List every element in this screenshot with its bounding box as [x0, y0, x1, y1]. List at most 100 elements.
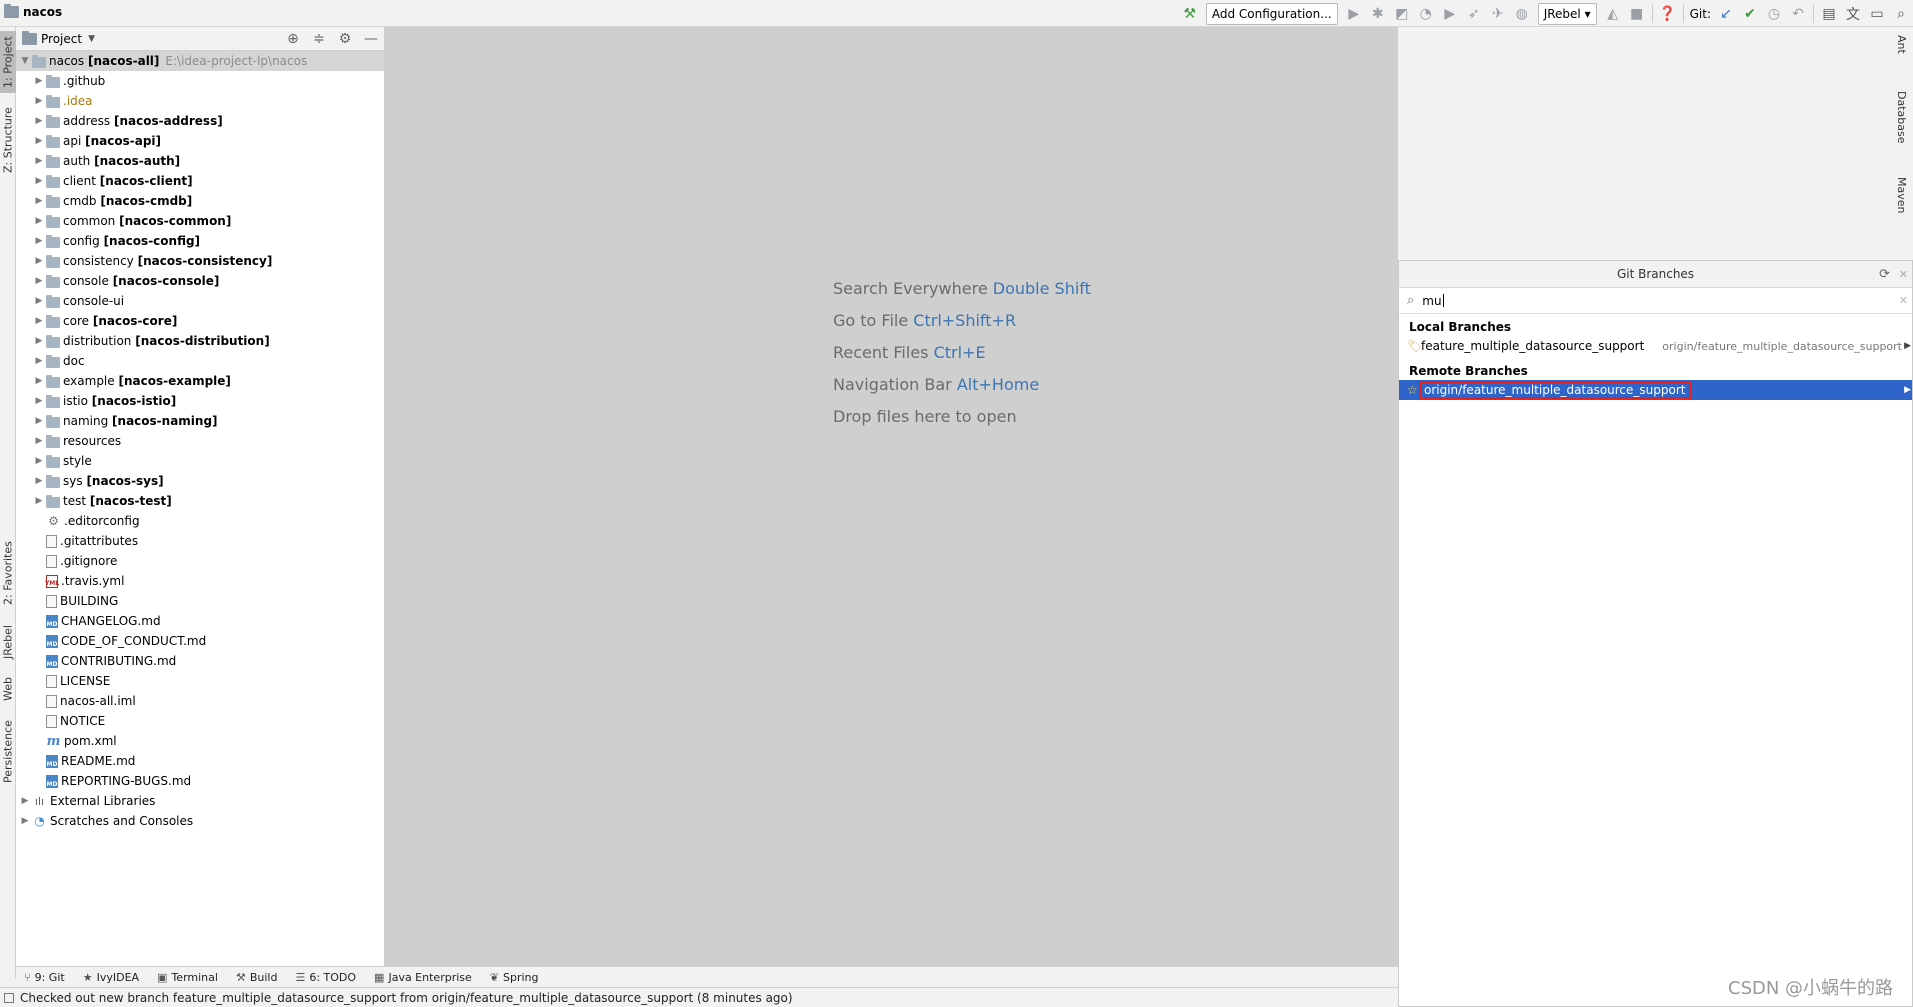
debug-icon[interactable]: ✱	[1366, 3, 1390, 25]
status-toggle-icon[interactable]	[4, 992, 14, 1003]
editor-empty-area[interactable]: Search Everywhere Double Shift Go to File…	[385, 27, 1398, 966]
tree-item[interactable]: ▶ consistency [nacos-consistency]	[16, 251, 384, 271]
jrebel-deploy-icon[interactable]: ✈	[1486, 3, 1510, 25]
expand-arrow-icon[interactable]: ▶	[32, 476, 46, 486]
profile-icon[interactable]: ◔	[1414, 3, 1438, 25]
stop-icon[interactable]: ■	[1625, 3, 1649, 25]
tree-item[interactable]: ▶ console [nacos-console]	[16, 271, 384, 291]
expand-arrow-icon[interactable]: ▶	[32, 336, 46, 346]
tree-item[interactable]: ▶ cmdb [nacos-cmdb]	[16, 191, 384, 211]
tool-window-button[interactable]: ⚒ Build	[236, 971, 278, 984]
tool-window-button[interactable]: ▦ Java Enterprise	[374, 971, 472, 984]
expand-arrow-icon[interactable]: ▶	[32, 196, 46, 206]
tree-item[interactable]: ▶ naming [nacos-naming]	[16, 411, 384, 431]
chevron-down-icon[interactable]: ▼	[88, 34, 95, 44]
project-structure-icon[interactable]: ▤	[1817, 3, 1841, 25]
tab-favorites[interactable]: 2: Favorites	[0, 533, 16, 613]
tab-persistence[interactable]: Persistence	[0, 717, 16, 787]
tree-item[interactable]: .gitignore	[16, 551, 384, 571]
close-icon[interactable]: ✕	[1899, 261, 1908, 288]
expand-arrow-icon[interactable]: ▶	[32, 396, 46, 406]
submenu-arrow-icon[interactable]: ▶	[1904, 341, 1911, 351]
tree-item[interactable]: ▶ auth [nacos-auth]	[16, 151, 384, 171]
jrebel-sync-icon[interactable]: ◭	[1601, 3, 1625, 25]
presentation-icon[interactable]: ▭	[1865, 3, 1889, 25]
tree-item[interactable]: ▶ istio [nacos-istio]	[16, 391, 384, 411]
tab-database[interactable]: Database	[1895, 91, 1908, 144]
jrebel-help-icon[interactable]: ❓	[1656, 3, 1680, 25]
jrebel-select[interactable]: JRebel ▾	[1537, 2, 1597, 25]
expand-arrow-icon[interactable]: ▶	[32, 316, 46, 326]
tree-item[interactable]: .gitattributes	[16, 531, 384, 551]
expand-arrow-icon[interactable]: ▶	[32, 376, 46, 386]
expand-arrow-icon[interactable]: ▶	[18, 796, 32, 806]
git-commit-icon[interactable]: ✔	[1738, 3, 1762, 25]
tree-item[interactable]: ▶ example [nacos-example]	[16, 371, 384, 391]
tree-item[interactable]: ▶ .github	[16, 71, 384, 91]
expand-arrow-icon[interactable]: ▶	[32, 136, 46, 146]
tree-item[interactable]: ▶ distribution [nacos-distribution]	[16, 331, 384, 351]
project-view-select[interactable]: Project	[41, 32, 82, 46]
tab-project[interactable]: 1: Project	[0, 31, 16, 93]
tree-item[interactable]: ⚙ .editorconfig	[16, 511, 384, 531]
tree-item[interactable]: ▶ core [nacos-core]	[16, 311, 384, 331]
submenu-arrow-icon[interactable]: ▶	[1904, 385, 1911, 395]
tab-maven[interactable]: Maven	[1895, 177, 1908, 213]
tree-item[interactable]: MD CHANGELOG.md	[16, 611, 384, 631]
tree-item[interactable]: ▶ .idea	[16, 91, 384, 111]
expand-arrow-icon[interactable]: ▶	[32, 296, 46, 306]
jrebel-debug-icon[interactable]: ➶	[1462, 3, 1486, 25]
expand-arrow-icon[interactable]: ▶	[32, 456, 46, 466]
run-icon[interactable]: ▶	[1342, 3, 1366, 25]
local-branch-item[interactable]: 🏷 feature_multiple_datasource_support or…	[1399, 336, 1912, 356]
tab-structure[interactable]: Z: Structure	[0, 101, 16, 179]
gear-icon[interactable]: ⚙	[332, 31, 358, 47]
branch-search-field[interactable]: ⌕ mu ✕	[1399, 288, 1912, 314]
expand-arrow-icon[interactable]: ▶	[32, 216, 46, 226]
tree-item[interactable]: ▶ doc	[16, 351, 384, 371]
tree-item[interactable]: ▶ api [nacos-api]	[16, 131, 384, 151]
git-update-icon[interactable]: ↙	[1714, 3, 1738, 25]
search-icon[interactable]: ⌕	[1889, 3, 1913, 25]
jrebel-disabled-icon[interactable]: ◍	[1510, 3, 1534, 25]
tree-item[interactable]: YML .travis.yml	[16, 571, 384, 591]
expand-arrow-icon[interactable]: ▶	[18, 816, 32, 826]
expand-arrow-icon[interactable]: ▶	[32, 276, 46, 286]
tree-item[interactable]: MD REPORTING-BUGS.md	[16, 771, 384, 791]
tree-item[interactable]: nacos-all.iml	[16, 691, 384, 711]
tree-item[interactable]: ▶ address [nacos-address]	[16, 111, 384, 131]
git-history-icon[interactable]: ◷	[1762, 3, 1786, 25]
tree-item[interactable]: ▶ console-ui	[16, 291, 384, 311]
expand-arrow-icon[interactable]: ▶	[32, 356, 46, 366]
expand-arrow-icon[interactable]: ▶	[32, 236, 46, 246]
tool-window-button[interactable]: ★ IvyIDEA	[83, 971, 139, 984]
tree-scratches[interactable]: ▶ ◔ Scratches and Consoles	[16, 811, 384, 831]
git-rollback-icon[interactable]: ↶	[1786, 3, 1810, 25]
coverage-icon[interactable]: ◩	[1390, 3, 1414, 25]
tree-item[interactable]: ▶ resources	[16, 431, 384, 451]
tree-item[interactable]: m pom.xml	[16, 731, 384, 751]
tree-item[interactable]: NOTICE	[16, 711, 384, 731]
tree-item[interactable]: LICENSE	[16, 671, 384, 691]
tree-item[interactable]: ▶ style	[16, 451, 384, 471]
tree-item[interactable]: MD CODE_OF_CONDUCT.md	[16, 631, 384, 651]
expand-arrow-icon[interactable]: ▶	[32, 436, 46, 446]
expand-arrow-icon[interactable]: ▶	[32, 416, 46, 426]
tree-item[interactable]: ▶ config [nacos-config]	[16, 231, 384, 251]
expand-arrow-icon[interactable]: ▶	[32, 156, 46, 166]
tool-window-button[interactable]: ▣ Terminal	[157, 971, 218, 984]
tab-ant[interactable]: Ant	[1895, 35, 1908, 54]
tree-item[interactable]: BUILDING	[16, 591, 384, 611]
build-hammer-icon[interactable]: ⚒	[1178, 3, 1202, 25]
jrebel-run-icon[interactable]: ▶	[1438, 3, 1462, 25]
tool-window-button[interactable]: ☰ 6: TODO	[295, 971, 356, 984]
expand-arrow-icon[interactable]: ▼	[18, 56, 32, 66]
expand-arrow-icon[interactable]: ▶	[32, 116, 46, 126]
collapse-all-icon[interactable]: ≑	[306, 31, 332, 47]
clear-search-icon[interactable]: ✕	[1899, 294, 1908, 307]
branch-search-value[interactable]: mu	[1422, 294, 1441, 308]
tab-jrebel[interactable]: JRebel	[0, 617, 16, 667]
tree-item[interactable]: ▶ sys [nacos-sys]	[16, 471, 384, 491]
tree-item[interactable]: ▶ client [nacos-client]	[16, 171, 384, 191]
remote-branch-item[interactable]: ☆ origin/feature_multiple_datasource_sup…	[1399, 380, 1912, 400]
